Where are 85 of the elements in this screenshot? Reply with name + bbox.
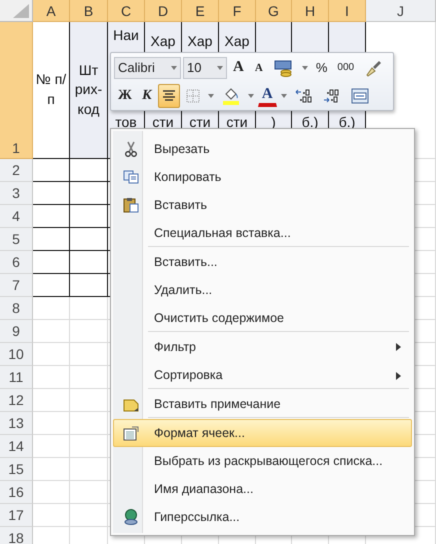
- column-header[interactable]: I: [329, 0, 366, 22]
- column-header[interactable]: J: [366, 0, 436, 22]
- caret-icon: [280, 94, 287, 98]
- copy-icon: [123, 170, 139, 184]
- row-header[interactable]: 13: [0, 412, 33, 435]
- menu-item[interactable]: Вставить...: [113, 248, 412, 276]
- column-header[interactable]: E: [182, 0, 219, 22]
- font-size-field[interactable]: 10: [183, 56, 227, 78]
- row-header[interactable]: 17: [0, 504, 33, 527]
- table-cell: сти: [189, 114, 211, 130]
- menu-item[interactable]: Копировать: [113, 163, 412, 191]
- column-header[interactable]: B: [70, 0, 108, 22]
- menu-item[interactable]: Вставить примечание: [113, 390, 412, 419]
- row-header[interactable]: 12: [0, 389, 33, 412]
- italic-button[interactable]: К: [138, 84, 156, 108]
- cell-format-icon: [123, 426, 139, 440]
- decimal-arrow-icon: [294, 88, 313, 104]
- align-center-icon: [162, 90, 176, 102]
- table-cell: тов: [115, 114, 137, 130]
- menu-item[interactable]: Вырезать: [113, 135, 412, 163]
- menu-item[interactable]: Имя диапазона...: [113, 475, 412, 503]
- table-cell-text: Шт рих- код: [74, 60, 104, 119]
- caret-icon: [302, 66, 308, 70]
- row-header[interactable]: 5: [0, 228, 33, 251]
- row-header[interactable]: 8: [0, 297, 33, 320]
- menu-item[interactable]: Удалить...: [113, 276, 412, 304]
- caret-icon: [208, 94, 214, 98]
- menu-item[interactable]: Формат ячеек...: [113, 419, 412, 447]
- money-icon: [274, 58, 294, 76]
- row-header[interactable]: 4: [0, 205, 33, 228]
- submenu-arrow-icon: [396, 343, 401, 351]
- align-center-button[interactable]: [158, 84, 180, 108]
- brush-icon: [364, 58, 382, 76]
- clipboard-icon: [123, 197, 139, 213]
- row-header[interactable]: 7: [0, 274, 33, 297]
- row-header[interactable]: 14: [0, 435, 33, 458]
- menu-item[interactable]: Специальная вставка...: [113, 219, 412, 248]
- row-header[interactable]: 9: [0, 320, 33, 343]
- row-header[interactable]: 10: [0, 343, 33, 366]
- paint-bucket-icon: [222, 86, 240, 104]
- decimal-arrow-icon: [322, 88, 341, 104]
- caret-icon: [171, 66, 177, 70]
- row-header[interactable]: 6: [0, 251, 33, 274]
- row-header[interactable]: 2: [0, 159, 33, 182]
- column-header[interactable]: G: [256, 0, 292, 22]
- grow-font-button[interactable]: A: [229, 56, 248, 80]
- caret-icon: [248, 94, 254, 98]
- row-header[interactable]: 16: [0, 481, 33, 504]
- column-header[interactable]: C: [108, 0, 145, 22]
- column-header[interactable]: H: [292, 0, 329, 22]
- table-cell: Хар: [150, 34, 176, 50]
- table-cell-text: № п/п: [34, 70, 68, 109]
- menu-item[interactable]: Сортировка: [113, 361, 412, 390]
- shrink-font-button[interactable]: A: [250, 56, 268, 80]
- thousands-button[interactable]: 000: [333, 56, 358, 80]
- column-header[interactable]: D: [145, 0, 182, 22]
- table-cell: Хар: [188, 34, 212, 50]
- scissors-icon: [124, 141, 138, 157]
- row-header[interactable]: 3: [0, 182, 33, 205]
- bold-button[interactable]: Ж: [114, 84, 136, 108]
- font-color-button[interactable]: A: [258, 84, 277, 106]
- column-header[interactable]: A: [33, 0, 70, 22]
- note-icon: [123, 398, 139, 412]
- row-header[interactable]: 1: [0, 22, 33, 159]
- column-header[interactable]: F: [219, 0, 256, 22]
- caret-icon: [217, 66, 223, 70]
- menu-item[interactable]: Вставить: [113, 191, 412, 219]
- menu-item[interactable]: Фильтр: [113, 333, 412, 361]
- menu-item[interactable]: Очистить содержимое: [113, 304, 412, 333]
- merge-icon: [350, 88, 369, 104]
- font-field[interactable]: Calibri: [114, 56, 181, 78]
- globe-link-icon: [123, 509, 139, 525]
- table-cell: Хар: [224, 34, 250, 50]
- menu-item[interactable]: Гиперссылка...: [113, 503, 412, 531]
- table-cell: Наи: [113, 28, 139, 44]
- row-header[interactable]: 15: [0, 458, 33, 481]
- submenu-arrow-icon: [396, 372, 401, 380]
- triangle-icon: [11, 4, 29, 18]
- row-header[interactable]: 11: [0, 366, 33, 389]
- table-cell: сти: [152, 114, 174, 130]
- table-cell: сти: [226, 114, 248, 130]
- percent-button[interactable]: %: [312, 56, 332, 80]
- row-header[interactable]: 18: [0, 527, 33, 544]
- menu-item[interactable]: Выбрать из раскрывающегося списка...: [113, 447, 412, 475]
- grid-icon: [186, 88, 200, 102]
